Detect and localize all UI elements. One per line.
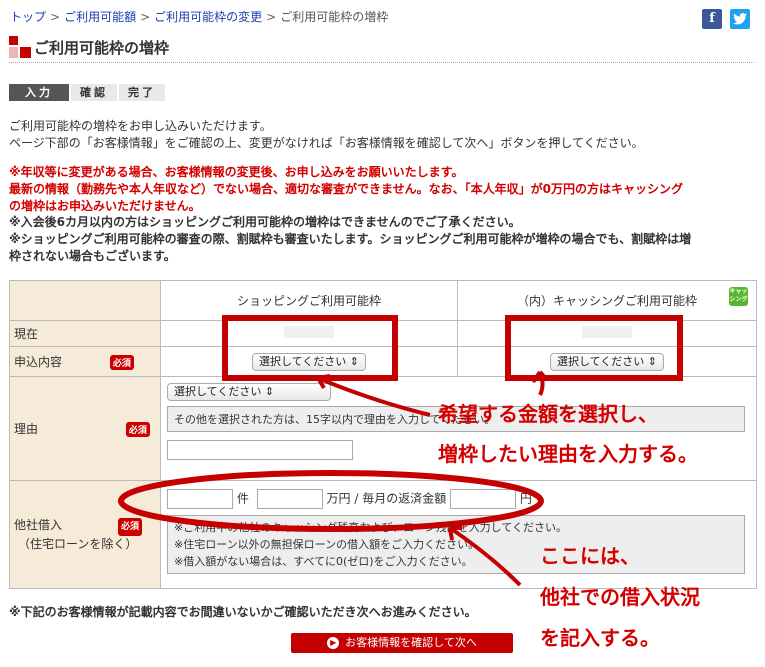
highlight-ellipse	[118, 470, 544, 532]
annotation-drawing	[118, 370, 549, 587]
annotation-line: 増枠したい理由を入力する。	[438, 442, 698, 466]
annotation-line: を記入する。	[540, 626, 660, 650]
arrow-line	[448, 526, 522, 587]
annotation-line: 他社での借入状況	[540, 585, 700, 609]
annotation-line: ここには、	[540, 544, 640, 568]
arrow-line	[317, 376, 431, 417]
annotation-line: 希望する金額を選択し、	[438, 402, 658, 426]
